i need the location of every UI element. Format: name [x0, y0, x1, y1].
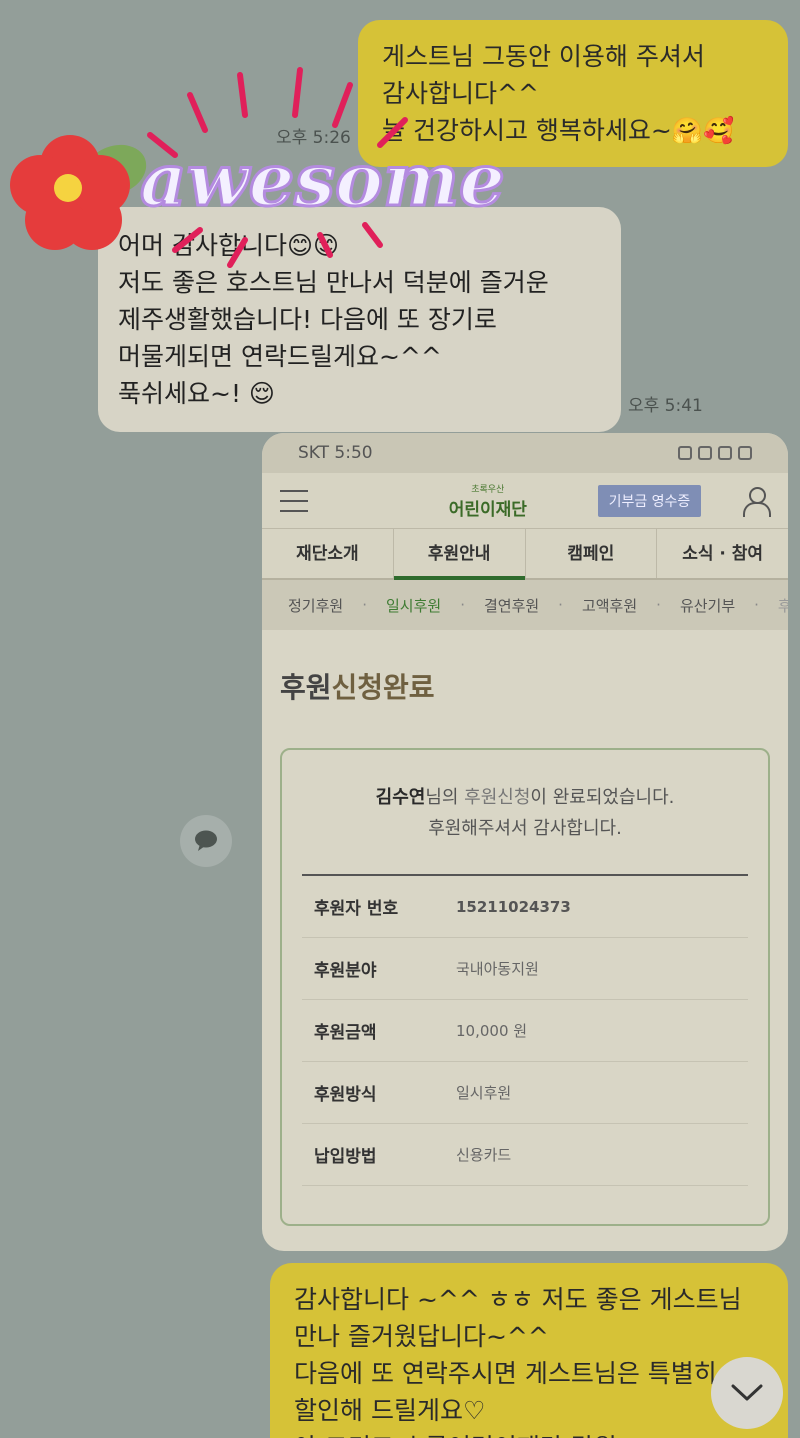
- tab-campaign[interactable]: 캠페인: [526, 529, 658, 578]
- title-accent: 신청완료: [331, 671, 435, 704]
- table-row: 후원분야 국내아동지원: [302, 938, 748, 1000]
- shared-screenshot[interactable]: SKT 5:50 초록우산 어린이재단 기부금 영수증 재단소개 후원안내 캠페…: [262, 433, 788, 1251]
- page-title: 후원신청완료: [280, 666, 770, 706]
- row-label: 후원금액: [314, 1023, 377, 1043]
- page-content: 후원신청완료 김수연님의 후원신청이 완료되었습니다. 후원해주셔서 감사합니다…: [262, 666, 788, 1226]
- chevron-down-icon: [731, 1384, 763, 1401]
- my-message-bubble-1[interactable]: 게스트님 그동안 이용해 주셔서 감사합니다^^ 늘 건강하시고 행복하세요~🤗…: [358, 20, 788, 167]
- message-text: 님의: [425, 787, 465, 808]
- scroll-to-bottom-button[interactable]: [711, 1357, 783, 1429]
- row-label: 납입방법: [314, 1147, 377, 1167]
- message-line: 머물게되면 연락드릴게요~^^: [118, 342, 442, 371]
- message-line: 아 그리고 초록어린이재단 말원: [294, 1429, 764, 1438]
- message-highlight: 후원신청: [464, 787, 531, 808]
- status-bar: SKT 5:50: [262, 433, 788, 473]
- completion-box: 김수연님의 후원신청이 완료되었습니다. 후원해주셔서 감사합니다. 후원자 번…: [280, 748, 770, 1226]
- table-row: 후원금액 10,000 원: [302, 1000, 748, 1062]
- row-label: 후원자 번호: [314, 899, 399, 919]
- message-line: 늘 건강하시고 행복하세요~🤗🥰: [382, 116, 735, 145]
- carrier-time: SKT 5:50: [298, 443, 373, 463]
- message-line: 다음에 또 연락주시면 게스트님은 특별히: [294, 1359, 717, 1388]
- subtab-regular[interactable]: 정기후원: [288, 595, 362, 616]
- table-row: 후원자 번호 15211024373: [302, 876, 748, 938]
- alarm-icon: [678, 446, 692, 460]
- message-text: 이 완료되었습니다.: [530, 787, 675, 808]
- message-line: 푹쉬세요~! 😌: [118, 379, 275, 408]
- message-line: 게스트님 그동안 이용해 주셔서: [382, 42, 705, 71]
- donation-receipt-button[interactable]: 기부금 영수증: [597, 484, 702, 517]
- their-message-bubble[interactable]: 어머 감사합니다😊😊 저도 좋은 호스트님 만나서 덕분에 즐거운 제주생활했습…: [98, 207, 621, 432]
- message-line: 만나 즐거웠답니다~^^: [294, 1322, 549, 1351]
- message-line: 감사합니다^^: [382, 79, 539, 108]
- row-label: 후원분야: [314, 961, 377, 981]
- foundation-logo[interactable]: 초록우산 어린이재단: [449, 482, 527, 520]
- message-line: 제주생활했습니다! 다음에 또 장기로: [118, 305, 497, 334]
- message-time: 오후 5:26: [276, 128, 351, 148]
- completion-message: 김수연님의 후원신청이 완료되었습니다. 후원해주셔서 감사합니다.: [302, 750, 748, 844]
- subtab-legacy[interactable]: 유산기부: [680, 595, 754, 616]
- table-row: 납입방법 신용카드: [302, 1124, 748, 1186]
- row-label: 후원방식: [314, 1085, 377, 1105]
- row-value: 신용카드: [456, 1146, 512, 1164]
- logo-subtitle: 초록우산: [471, 484, 505, 495]
- subtab-onetime[interactable]: 일시후원: [386, 595, 460, 616]
- row-value: 10,000 원: [456, 1022, 528, 1040]
- status-icons: [678, 446, 752, 460]
- wifi-icon: [698, 446, 712, 460]
- logo-title: 어린이재단: [448, 499, 527, 520]
- tab-donation-guide[interactable]: 후원안내: [393, 529, 526, 580]
- tab-news[interactable]: 소식 · 참여: [657, 529, 788, 578]
- message-time: 오후 5:41: [628, 396, 703, 416]
- tab-about[interactable]: 재단소개: [262, 529, 394, 578]
- row-value: 국내아동지원: [456, 960, 539, 978]
- donor-name: 김수연: [375, 787, 426, 808]
- app-header: 초록우산 어린이재단 기부금 영수증: [262, 473, 788, 529]
- battery-icon: [738, 446, 752, 460]
- message-line: 어머 감사합니다😊😊: [118, 231, 340, 260]
- chat-bubble-icon[interactable]: [180, 815, 232, 867]
- my-message-bubble-2[interactable]: 감사합니다 ~^^ ㅎㅎ 저도 좋은 게스트님 만나 즐거웠답니다~^^ 다음에…: [270, 1263, 788, 1438]
- message-line: 할인해 드릴게요♡: [294, 1396, 486, 1425]
- subtab-major[interactable]: 고액후원: [582, 595, 656, 616]
- title-prefix: 후원: [280, 671, 332, 704]
- user-profile-icon[interactable]: [742, 486, 771, 517]
- subtab-more[interactable]: 후: [778, 595, 788, 616]
- row-value: 일시후원: [456, 1084, 512, 1102]
- sub-tabs: 정기후원 · 일시후원 · 결연후원 · 고액후원 · 유산기부 · 후: [262, 580, 788, 630]
- speech-icon: [195, 830, 217, 851]
- row-value: 15211024373: [456, 897, 571, 916]
- message-line: 감사합니다 ~^^ ㅎㅎ 저도 좋은 게스트님: [294, 1285, 742, 1314]
- message-line: 저도 좋은 호스트님 만나서 덕분에 즐거운: [118, 268, 549, 297]
- thanks-text: 후원해주셔서 감사합니다.: [428, 818, 622, 839]
- table-row: 후원방식 일시후원: [302, 1062, 748, 1124]
- signal-icon: [718, 446, 732, 460]
- hamburger-menu-icon[interactable]: [280, 489, 308, 512]
- subtab-sponsorship[interactable]: 결연후원: [484, 595, 558, 616]
- main-tabs: 재단소개 후원안내 캠페인 소식 · 참여: [262, 529, 788, 580]
